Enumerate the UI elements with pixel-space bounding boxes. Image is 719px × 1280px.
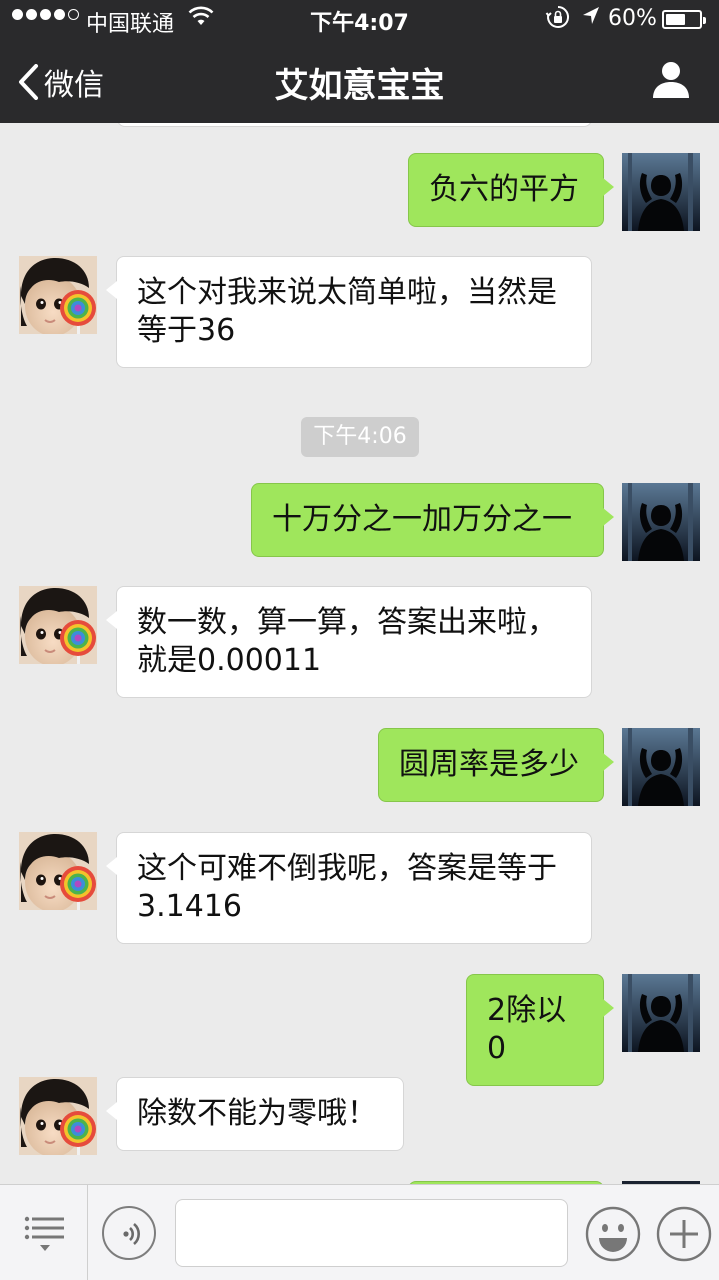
previous-message-bubble bbox=[117, 123, 592, 127]
battery-icon bbox=[662, 10, 706, 29]
top-bar: 中国联通 下午4:07 60% 微信 艾如意宝宝 bbox=[0, 0, 719, 123]
bot-avatar[interactable] bbox=[19, 586, 97, 664]
my-message-bubble[interactable]: 负六的平方 bbox=[408, 153, 614, 227]
plus-icon bbox=[656, 1206, 712, 1262]
status-bar: 中国联通 下午4:07 60% bbox=[0, 0, 719, 38]
bot-message-bubble[interactable]: 除数不能为零哦！ bbox=[106, 1077, 404, 1151]
voice-button[interactable] bbox=[102, 1206, 156, 1260]
bot-avatar[interactable] bbox=[19, 832, 97, 910]
more-button[interactable] bbox=[656, 1206, 712, 1266]
my-message-bubble[interactable]: 十万分之一加万分之一 bbox=[251, 483, 614, 557]
bot-avatar[interactable] bbox=[19, 1077, 97, 1155]
my-avatar[interactable] bbox=[622, 728, 700, 806]
battery-percent: 60% bbox=[608, 6, 657, 31]
profile-button[interactable] bbox=[651, 60, 691, 104]
location-arrow-icon bbox=[580, 4, 602, 34]
my-avatar[interactable] bbox=[622, 153, 700, 231]
nav-bar: 微信 艾如意宝宝 bbox=[0, 38, 719, 123]
emoji-icon bbox=[585, 1206, 641, 1262]
bot-message-bubble[interactable]: 这个对我来说太简单啦，当然是 等于36 bbox=[106, 256, 592, 368]
chat-area[interactable]: 负六的平方 这个对我来说太简单啦，当然是 等于36 下午4:06 十万分之一加万… bbox=[0, 123, 719, 1184]
bot-message-bubble[interactable]: 数一数，算一算，答案出来啦， 就是0.00011 bbox=[106, 586, 592, 698]
my-avatar[interactable] bbox=[622, 974, 700, 1052]
person-icon bbox=[653, 62, 689, 98]
bot-avatar[interactable] bbox=[19, 256, 97, 334]
my-avatar[interactable] bbox=[622, 483, 700, 561]
my-message-bubble[interactable]: 圆周率是多少 bbox=[378, 728, 614, 802]
my-message-bubble[interactable]: 2除以0 bbox=[466, 974, 614, 1086]
chat-title: 艾如意宝宝 bbox=[274, 66, 445, 106]
voice-icon bbox=[123, 1223, 140, 1245]
message-input[interactable] bbox=[175, 1199, 568, 1267]
menu-list-icon bbox=[24, 1216, 64, 1251]
bot-message-bubble[interactable]: 这个可难不倒我呢，答案是等于 3.1416 bbox=[106, 832, 592, 944]
emoji-button[interactable] bbox=[585, 1206, 641, 1266]
message-timestamp: 下午4:06 bbox=[301, 417, 419, 457]
input-toolbar bbox=[0, 1184, 719, 1280]
menu-button[interactable] bbox=[0, 1185, 88, 1280]
rotation-lock-icon bbox=[545, 4, 571, 36]
